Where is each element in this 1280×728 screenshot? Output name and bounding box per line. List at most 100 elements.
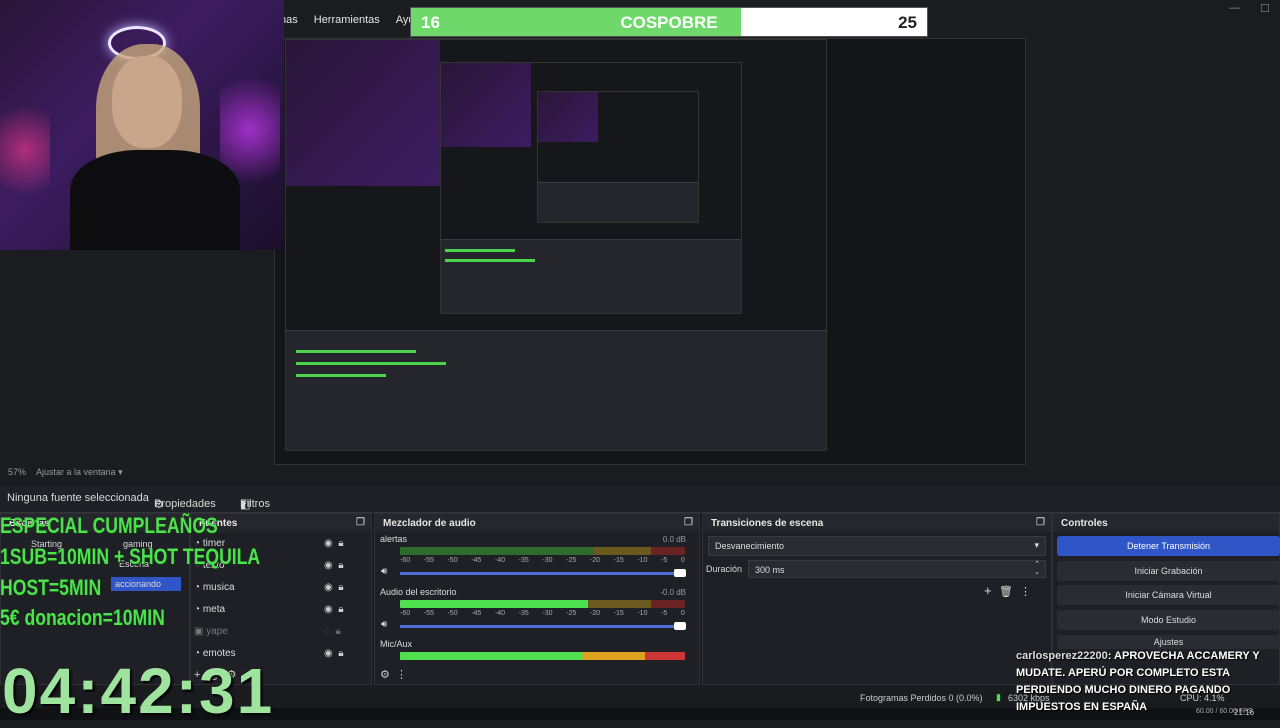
kebab-menu-icon[interactable]: ⋮: [396, 669, 407, 681]
dock-undock-icon[interactable]: ❐: [684, 517, 693, 528]
lock-icon[interactable]: 🔒︎: [338, 582, 343, 593]
goal-target: 25: [898, 13, 917, 32]
db-tick: -40: [494, 557, 506, 564]
mixer-track-name: alertas: [380, 534, 408, 544]
source-item[interactable]: ◔ meta: [194, 604, 225, 615]
zoom-value: 57%: [8, 467, 27, 477]
db-tick: -45: [471, 557, 482, 564]
frames-lost: Fotogramas Perdidos 0 (0.0%): [860, 693, 983, 703]
controls-title: Controles: [1061, 518, 1108, 529]
mixer-track-db: 0.0 dB: [662, 535, 686, 544]
transition-select[interactable]: Desvanecimiento ▾: [708, 536, 1046, 556]
speaker-icon[interactable]: 🔊︎: [381, 619, 387, 630]
duration-value: 300 ms: [755, 565, 785, 575]
overlay-line: 5€ donacion=10MIN: [0, 605, 165, 630]
lock-icon[interactable]: 🔒︎: [338, 604, 343, 615]
db-tick: -35: [518, 610, 529, 617]
db-tick: -25: [566, 610, 577, 617]
source-item[interactable]: ▣ yape: [194, 626, 228, 637]
source-controls: ◉ 🔒︎: [324, 582, 344, 593]
duration-spinbox[interactable]: 300 ms ⌃ ⌄: [748, 560, 1046, 578]
nested-webcam: [286, 40, 440, 186]
nested-preview-3: [537, 91, 699, 223]
spinbox-arrows-icon[interactable]: ⌃ ⌄: [1034, 561, 1040, 577]
gear-icon[interactable]: ⚙: [380, 669, 390, 681]
minimize-button[interactable]: —: [1229, 2, 1240, 15]
maximize-button[interactable]: ☐: [1260, 2, 1270, 15]
db-tick: 0: [680, 610, 685, 617]
eye-hidden-icon[interactable]: ◌: [324, 626, 330, 637]
source-icon: ◔: [194, 582, 201, 593]
volume-slider[interactable]: [400, 572, 685, 575]
db-tick: -50: [447, 610, 458, 617]
settings-button[interactable]: Ajustes: [1057, 635, 1280, 649]
lock-icon[interactable]: 🔒︎: [338, 538, 343, 549]
overlay-line: ESPECIAL CUMPLEAÑOS: [0, 513, 218, 538]
nested-webcam: [441, 63, 531, 147]
audio-meter: [400, 600, 685, 608]
db-tick: -30: [542, 610, 553, 617]
kebab-menu-icon[interactable]: ⋮: [1020, 586, 1031, 598]
db-tick: -60: [400, 557, 411, 564]
studio-mode-button[interactable]: Modo Estudio: [1057, 610, 1280, 630]
chevron-down-icon: ▾: [118, 467, 123, 477]
zoom-control[interactable]: 57% Ajustar a la ventana ▾: [8, 467, 123, 478]
lock-icon[interactable]: 🔒︎: [336, 626, 341, 637]
eye-icon[interactable]: ◉: [324, 604, 333, 615]
streamer-body: [70, 150, 240, 250]
overlay-line: 1SUB=10MIN + SHOT TEQUILA: [0, 544, 261, 569]
nested-panels: [538, 182, 698, 222]
db-tick: 0: [680, 557, 685, 564]
no-source-label: Ninguna fuente seleccionada: [7, 492, 149, 504]
db-tick: -40: [494, 610, 506, 617]
source-icon: ◔: [194, 604, 201, 615]
image-icon: ▣: [194, 626, 204, 637]
eye-icon[interactable]: ◉: [324, 538, 333, 549]
lock-icon[interactable]: 🔒︎: [338, 648, 343, 659]
source-controls: ◉ 🔒︎: [324, 648, 344, 659]
overlay-line: HOST=5MIN: [0, 575, 102, 600]
eye-icon[interactable]: ◉: [324, 560, 333, 571]
db-tick: -15: [613, 610, 624, 617]
nested-webcam: [538, 92, 598, 142]
start-recording-button[interactable]: Iniciar Grabación: [1057, 561, 1280, 581]
add-icon[interactable]: +: [984, 583, 992, 598]
chevron-down-icon: ▾: [1034, 540, 1039, 550]
lock-icon[interactable]: 🔒︎: [338, 560, 343, 571]
eye-icon[interactable]: ◉: [324, 648, 333, 659]
stop-streaming-button[interactable]: Detener Transmisión: [1057, 536, 1280, 556]
speaker-icon[interactable]: 🔊︎: [381, 566, 387, 577]
countdown-timer: 04:42:31: [2, 655, 275, 727]
transitions-title: Transiciones de escena: [711, 518, 824, 529]
volume-slider-handle[interactable]: [674, 569, 686, 577]
volume-slider-handle[interactable]: [674, 622, 686, 630]
volume-slider[interactable]: [400, 625, 685, 628]
db-scale: -60 -55 -50 -45 -40 -35 -30 -25 -20 -15 -10 -5 0: [400, 557, 685, 564]
transitions-header: Transiciones de escena ❐: [703, 514, 1051, 532]
start-virtual-camera-button[interactable]: Iniciar Cámara Virtual: [1057, 585, 1280, 605]
dock-undock-icon[interactable]: ❐: [1036, 517, 1045, 528]
scene-item-selected[interactable]: accionando: [111, 577, 181, 591]
transition-toolbar: + 🗑︎ ⋮: [984, 583, 1031, 598]
source-label: musica: [202, 582, 235, 593]
mixer-track-name: Mic/Aux: [380, 639, 413, 649]
streamer-face: [112, 56, 182, 148]
sources-header: Fuentes ❐: [191, 514, 371, 532]
stream-preview[interactable]: [274, 38, 1026, 465]
eye-icon[interactable]: ◉: [324, 582, 333, 593]
zoom-fit-label: Ajustar a la ventana: [36, 467, 116, 477]
source-label: yape: [206, 626, 228, 637]
dock-undock-icon[interactable]: ❐: [356, 517, 365, 528]
source-item[interactable]: ◔ musica: [194, 582, 235, 593]
audio-meter: [400, 547, 685, 555]
db-tick: -30: [542, 557, 553, 564]
webcam-feed: [0, 0, 284, 250]
goal-title: COSPOBRE: [620, 13, 718, 32]
audio-mixer-title: Mezclador de audio: [383, 518, 476, 529]
nested-preview-2: [440, 62, 742, 314]
trash-icon[interactable]: 🗑︎: [999, 586, 1013, 598]
db-scale: -60 -55 -50 -45 -40 -35 -30 -25 -20 -15 -10 -5 0: [400, 610, 685, 617]
transition-type: Desvanecimiento: [715, 541, 785, 551]
db-tick: -5: [661, 557, 668, 564]
menu-item-tools[interactable]: Herramientas: [314, 14, 380, 34]
